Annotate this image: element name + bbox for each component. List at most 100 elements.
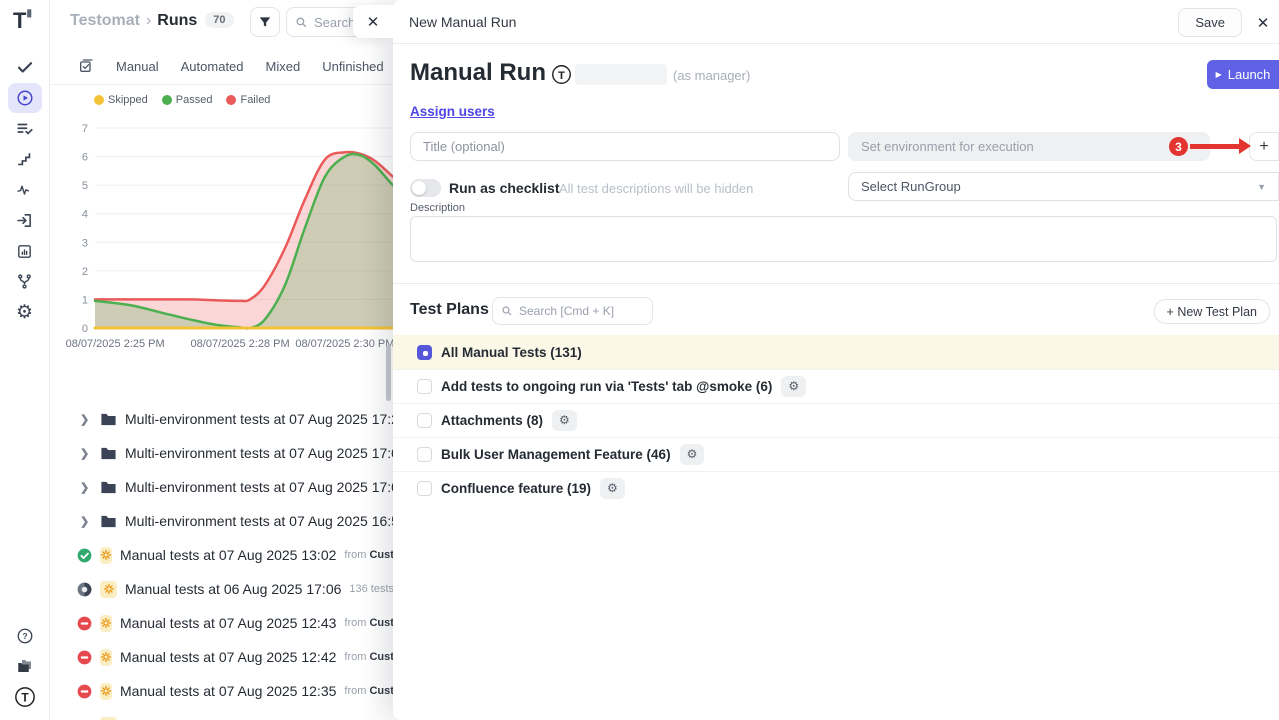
drawer-close-tab-icon[interactable]: ✕: [353, 5, 393, 38]
manual-run-spark-icon: [100, 615, 112, 632]
filter-button[interactable]: [250, 7, 280, 37]
chevron-right-icon[interactable]: ❯: [80, 481, 92, 494]
reports-icon[interactable]: [8, 236, 42, 266]
funnel-icon: [258, 15, 272, 29]
checklist-label: Run as checklist: [449, 180, 560, 196]
svg-text:?: ?: [22, 632, 27, 641]
test-plan-checkbox[interactable]: [417, 413, 432, 428]
projects-icon[interactable]: [8, 651, 42, 681]
help-icon[interactable]: ?: [8, 621, 42, 651]
test-plan-row[interactable]: All Manual Tests (131): [393, 335, 1279, 369]
test-plans-search[interactable]: [492, 297, 653, 325]
close-icon[interactable]: ✕: [1253, 13, 1273, 33]
test-plan-row[interactable]: Add tests to ongoing run via 'Tests' tab…: [393, 369, 1279, 403]
svg-text:T: T: [558, 70, 565, 82]
breadcrumb-project[interactable]: Testomat: [70, 12, 140, 29]
test-plan-row[interactable]: Attachments (8) ⚙: [393, 403, 1279, 437]
tab-unfinished[interactable]: Unfinished: [322, 59, 383, 74]
test-plan-settings-gear-icon[interactable]: ⚙: [680, 444, 705, 465]
legend-item-skipped[interactable]: Skipped: [94, 94, 148, 106]
run-row[interactable]: Manual tests at 07 Aug 2025 12:35from Cu…: [50, 674, 393, 708]
run-label: Manual tests at 07 Aug 2025 12:42: [120, 649, 336, 665]
run-group-row[interactable]: ❯Multi-environment tests at 07 Aug 2025 …: [50, 504, 393, 538]
status-failed-icon: [77, 616, 92, 631]
status-failed-icon: [77, 684, 92, 699]
scrollbar-thumb[interactable]: [386, 345, 391, 401]
add-environment-button[interactable]: +: [1249, 132, 1279, 161]
run-source: from Custom: [344, 685, 393, 697]
test-plan-checkbox[interactable]: [417, 345, 432, 360]
chevron-right-icon[interactable]: ❯: [80, 447, 92, 460]
manual-run-spark-icon: [100, 581, 117, 598]
run-row[interactable]: Manual tests at 07 Aug 2025 13:02from Cu…: [50, 538, 393, 572]
status-passed-icon: [77, 548, 92, 563]
run-group-row[interactable]: ❯Multi-environment tests at 07 Aug 2025 …: [50, 402, 393, 436]
runs-icon[interactable]: [8, 83, 42, 113]
runs-list: ❯Multi-environment tests at 07 Aug 2025 …: [50, 402, 393, 720]
save-button[interactable]: Save: [1178, 8, 1242, 37]
environment-input[interactable]: [848, 132, 1210, 161]
new-test-plan-button[interactable]: + New Test Plan: [1154, 299, 1270, 324]
branches-icon[interactable]: [8, 266, 42, 296]
launch-button[interactable]: ▶Launch: [1207, 60, 1279, 89]
test-plans-icon[interactable]: [8, 114, 42, 144]
test-plan-label: Attachments (8): [441, 413, 543, 428]
settings-gear-icon[interactable]: ⚙: [8, 297, 42, 327]
tab-mixed[interactable]: Mixed: [266, 59, 301, 74]
annotation-step-badge: 3: [1169, 137, 1188, 156]
run-row[interactable]: Manual tests at 07 Aug 2025 12:42 from Cu…: [50, 640, 393, 674]
legend-label: Skipped: [108, 94, 148, 106]
workspace-logo-icon[interactable]: T: [8, 682, 42, 712]
run-label: Manual tests at 07 Aug 2025 12:43: [120, 615, 336, 631]
chevron-right-icon[interactable]: ❯: [80, 413, 92, 426]
test-plan-settings-gear-icon[interactable]: ⚙: [552, 410, 577, 431]
test-plan-settings-gear-icon[interactable]: ⚙: [600, 478, 625, 499]
test-plan-label: Add tests to ongoing run via 'Tests' tab…: [441, 379, 772, 394]
sidebar-rail: T▮ ⚙ ? T: [0, 0, 50, 720]
test-plan-row[interactable]: Bulk User Management Feature (46)⚙: [393, 437, 1279, 471]
new-run-drawer: ✕ New Manual Run Save ✕ Manual Run T (as…: [393, 0, 1279, 720]
legend-label: Passed: [176, 94, 213, 106]
svg-text:3: 3: [82, 237, 88, 249]
rungroup-select[interactable]: Select RunGroup ▼: [848, 172, 1279, 201]
steps-icon[interactable]: [8, 144, 42, 174]
test-plan-settings-gear-icon[interactable]: ⚙: [781, 376, 806, 397]
drawer-title: New Manual Run: [409, 14, 516, 30]
tab-automated[interactable]: Automated: [181, 59, 244, 74]
test-plan-checkbox[interactable]: [417, 379, 432, 394]
tasks-icon[interactable]: [8, 52, 42, 82]
app-logo-icon[interactable]: T▮: [13, 8, 32, 34]
chart-legend: Skipped Passed Failed: [94, 94, 270, 106]
chevron-right-icon[interactable]: ❯: [80, 515, 92, 528]
legend-item-passed[interactable]: Passed: [162, 94, 213, 106]
chart-plot: 01234567: [50, 86, 393, 358]
breadcrumb-current[interactable]: Runs: [157, 12, 197, 29]
owner-name-redacted: [575, 64, 667, 85]
assign-users-link[interactable]: Assign users: [410, 104, 495, 119]
select-runs-icon[interactable]: [78, 58, 94, 74]
legend-item-failed[interactable]: Failed: [226, 94, 270, 106]
run-source: from Custom: [344, 651, 393, 663]
run-group-row[interactable]: ❯Multi-environment tests at 07 Aug 2025 …: [50, 470, 393, 504]
test-plan-checkbox[interactable]: [417, 447, 432, 462]
tab-manual[interactable]: Manual: [116, 59, 159, 74]
description-textarea[interactable]: [410, 216, 1277, 262]
run-title-input[interactable]: [410, 132, 840, 161]
x-axis-tick: 08/07/2025 2:28 PM: [191, 338, 290, 350]
run-source: from Custom: [344, 549, 393, 561]
test-plan-label: Confluence feature (19): [441, 481, 591, 496]
manager-note: (as manager): [673, 68, 750, 83]
analytics-pulse-icon[interactable]: [8, 175, 42, 205]
folder-icon: [100, 412, 117, 427]
svg-text:4: 4: [82, 209, 88, 221]
manual-run-spark-icon: [100, 547, 112, 564]
run-group-row[interactable]: ❯Multi-environment tests at 07 Aug 2025 …: [50, 436, 393, 470]
test-plan-row[interactable]: Confluence feature (19) ⚙: [393, 471, 1279, 505]
run-row[interactable]: Manual tests at 06 Aug 2025 17:06136 tes…: [50, 572, 393, 606]
import-icon[interactable]: [8, 205, 42, 235]
run-as-checklist-toggle[interactable]: [410, 179, 441, 197]
test-plans-search-input[interactable]: [519, 304, 637, 318]
run-heading: Manual Run: [410, 59, 546, 87]
test-plan-checkbox[interactable]: [417, 481, 432, 496]
run-row[interactable]: Manual tests at 07 Aug 2025 12:43from Cu…: [50, 606, 393, 640]
